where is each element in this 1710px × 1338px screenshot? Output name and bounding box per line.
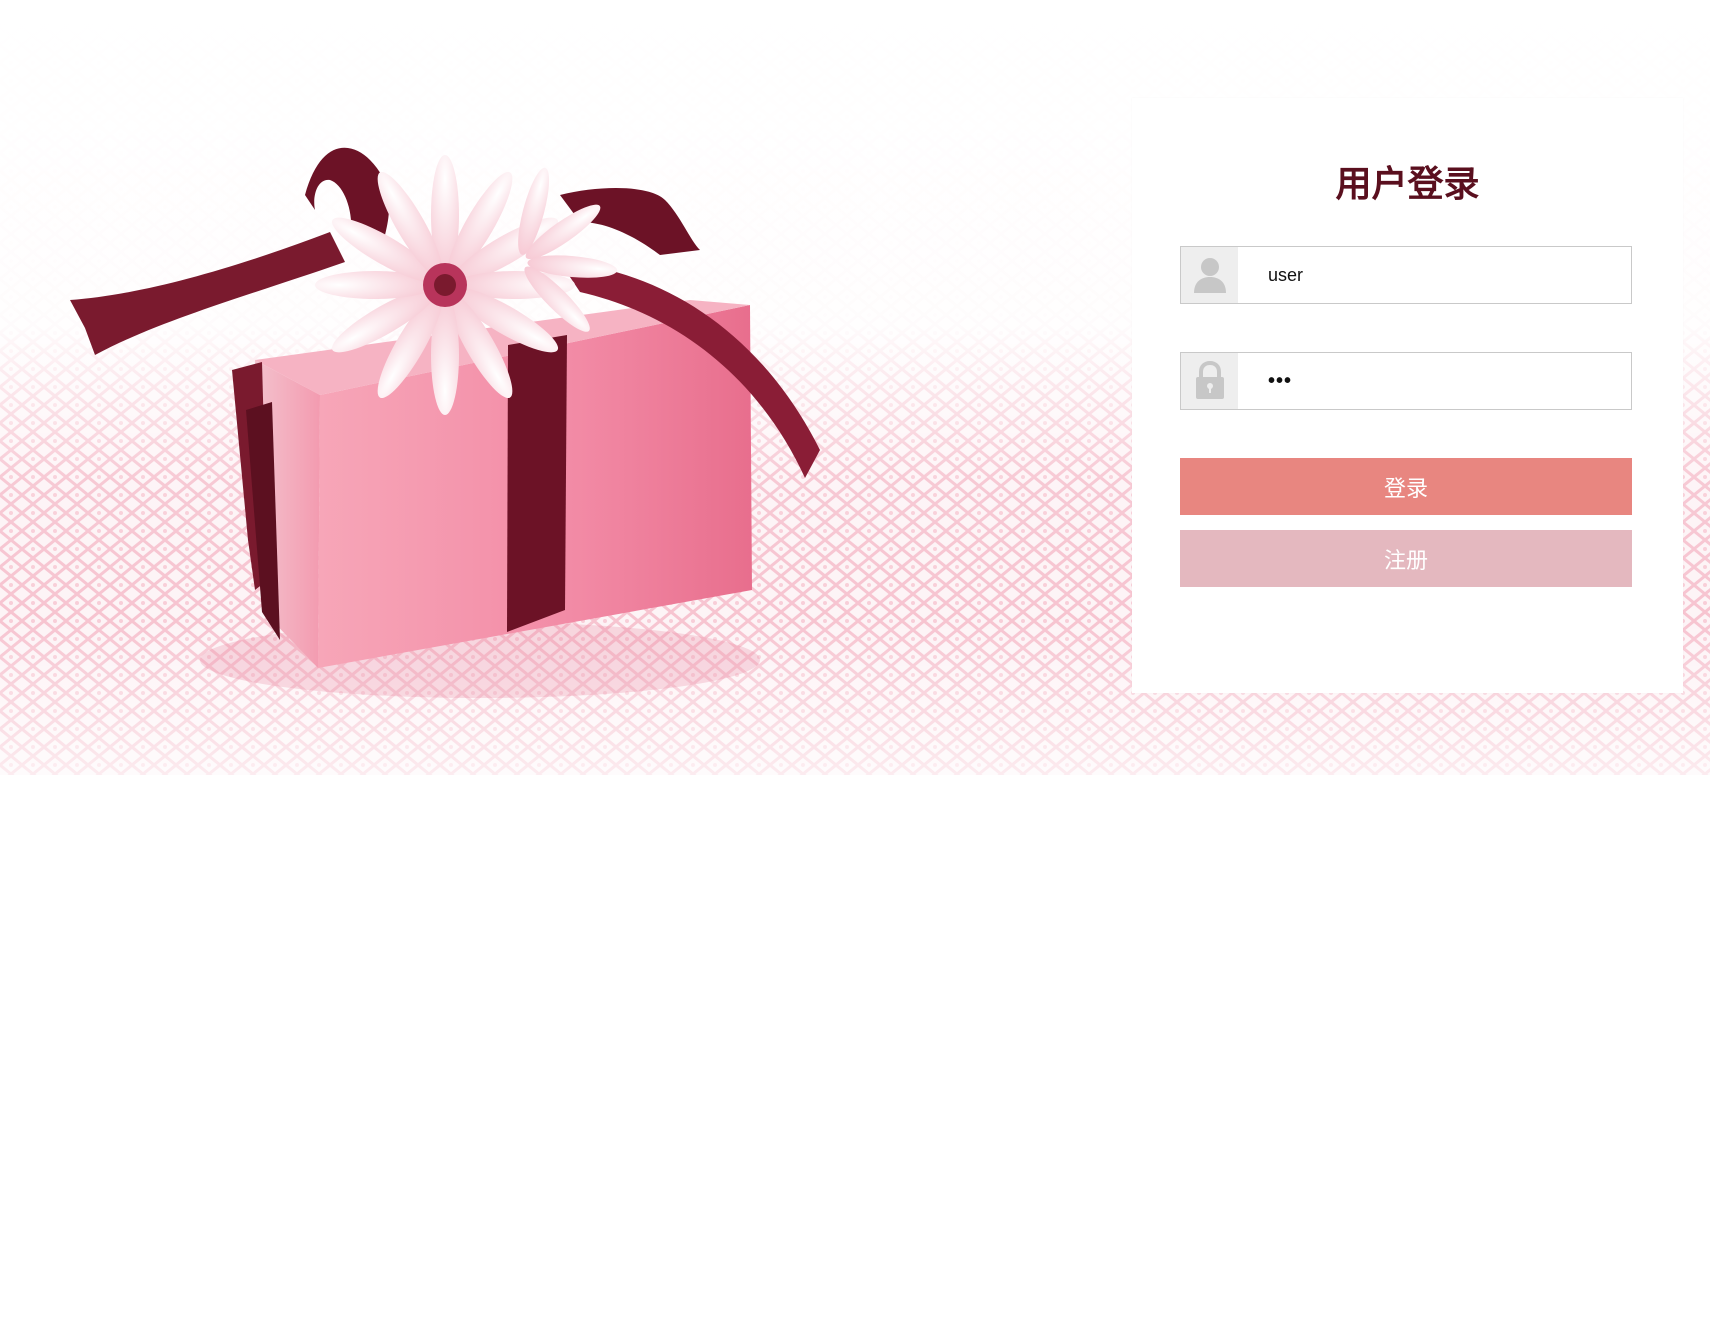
password-field: •••	[1180, 352, 1632, 410]
lock-icon	[1181, 353, 1238, 409]
login-title: 用户登录	[1335, 164, 1480, 205]
username-input[interactable]	[1238, 247, 1631, 303]
login-panel: 用户登录 ••• 登录 注册	[1132, 98, 1683, 693]
username-field	[1180, 246, 1632, 304]
login-button[interactable]: 登录	[1180, 458, 1632, 515]
user-icon	[1181, 247, 1238, 303]
password-input[interactable]: •••	[1238, 353, 1631, 409]
register-button[interactable]: 注册	[1180, 530, 1632, 587]
